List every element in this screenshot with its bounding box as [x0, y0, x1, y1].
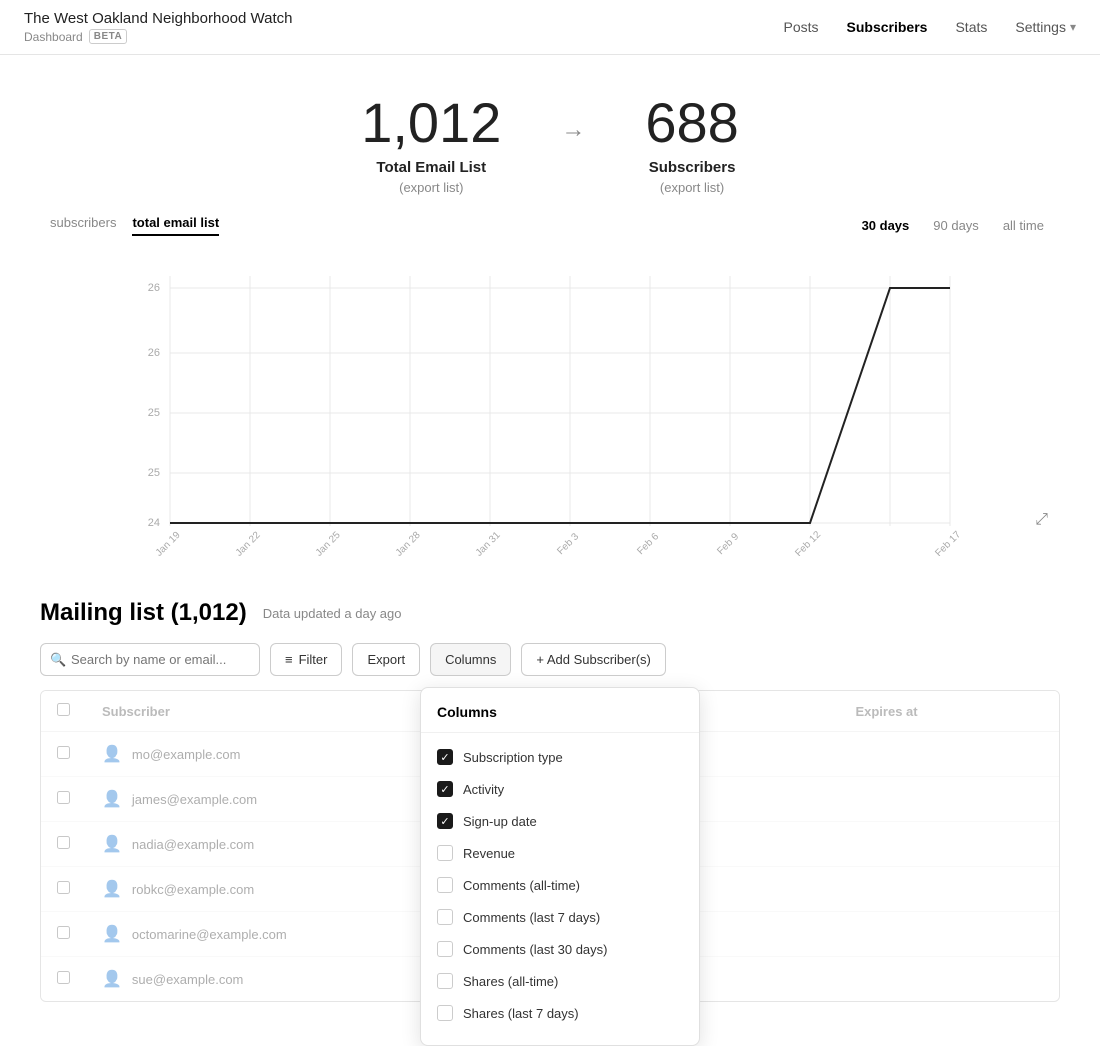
- checkbox-signup-date[interactable]: ✓: [437, 813, 453, 829]
- svg-text:Jan 28: Jan 28: [394, 529, 423, 556]
- col-comments-30days-label: Comments (last 30 days): [463, 942, 608, 957]
- total-email-number: 1,012: [361, 95, 501, 151]
- svg-text:Jan 31: Jan 31: [474, 529, 503, 556]
- col-activity-label: Activity: [463, 782, 504, 797]
- nav-stats[interactable]: Stats: [955, 19, 987, 35]
- dropdown-title: Columns: [421, 704, 699, 733]
- total-email-label: Total Email List: [361, 159, 501, 176]
- checkbox-shares-7days[interactable]: [437, 1005, 453, 1021]
- checkbox-comments-7days[interactable]: [437, 909, 453, 925]
- col-revenue-label: Revenue: [463, 846, 515, 861]
- tab-total-email[interactable]: total email list: [132, 215, 219, 236]
- arrow-divider: →: [501, 116, 645, 144]
- checkbox-comments-30days[interactable]: [437, 941, 453, 957]
- svg-text:Feb 9: Feb 9: [715, 531, 741, 556]
- col-shares-7days-label: Shares (last 7 days): [463, 1006, 579, 1021]
- stats-section: 1,012 Total Email List (export list) → 6…: [0, 55, 1100, 215]
- nav-subscribers[interactable]: Subscribers: [847, 19, 928, 35]
- header: The West Oakland Neighborhood Watch Dash…: [0, 0, 1100, 55]
- chart-container: 26 26 25 25 24 Jan: [40, 246, 1060, 559]
- add-subscriber-button[interactable]: + Add Subscriber(s): [521, 643, 666, 676]
- svg-text:26: 26: [148, 282, 160, 294]
- time-30-btn[interactable]: 30 days: [856, 216, 916, 235]
- toolbar: 🔍 ≡ Filter Export Columns + Add Subscrib…: [40, 643, 1060, 676]
- nav-settings-dropdown[interactable]: Settings ▾: [1015, 19, 1076, 35]
- col-comments-7days-label: Comments (last 7 days): [463, 910, 600, 925]
- subscribers-number: 688: [645, 95, 738, 151]
- total-email-stat: 1,012 Total Email List (export list): [361, 95, 501, 195]
- nav-settings: Settings: [1015, 19, 1066, 35]
- line-chart: 26 26 25 25 24 Jan: [40, 246, 1060, 556]
- svg-text:Jan 25: Jan 25: [314, 529, 343, 556]
- col-comments-alltime-label: Comments (all-time): [463, 878, 580, 893]
- col-comments-30-days[interactable]: Comments (last 30 days): [421, 933, 699, 965]
- beta-badge: BETA: [89, 29, 127, 44]
- checkbox-activity[interactable]: ✓: [437, 781, 453, 797]
- site-title: The West Oakland Neighborhood Watch: [24, 10, 292, 27]
- checkbox-revenue[interactable]: [437, 845, 453, 861]
- brand: The West Oakland Neighborhood Watch Dash…: [24, 10, 292, 44]
- export-button[interactable]: Export: [352, 643, 420, 676]
- mailing-section: Mailing list (1,012) Data updated a day …: [0, 579, 1100, 1002]
- chart-section: subscribers total email list 30 days 90 …: [0, 215, 1100, 579]
- col-signup-date-label: Sign-up date: [463, 814, 537, 829]
- nav-posts[interactable]: Posts: [784, 19, 819, 35]
- columns-dropdown: Columns ✓ Subscription type ✓ Activity ✓…: [420, 687, 700, 1046]
- col-signup-date[interactable]: ✓ Sign-up date: [421, 805, 699, 837]
- total-email-export[interactable]: (export list): [361, 180, 501, 195]
- svg-text:Jan 22: Jan 22: [234, 529, 263, 556]
- col-revenue[interactable]: Revenue: [421, 837, 699, 869]
- time-all-btn[interactable]: all time: [997, 216, 1050, 235]
- col-shares-alltime-label: Shares (all-time): [463, 974, 558, 989]
- data-updated: Data updated a day ago: [263, 606, 402, 621]
- col-shares-7-days[interactable]: Shares (last 7 days): [421, 997, 699, 1029]
- svg-text:Feb 6: Feb 6: [635, 531, 661, 556]
- expand-chart-icon[interactable]: ⤢: [1035, 511, 1048, 529]
- subscribers-label: Subscribers: [645, 159, 738, 176]
- filter-button[interactable]: ≡ Filter: [270, 643, 342, 676]
- time-90-btn[interactable]: 90 days: [927, 216, 985, 235]
- col-activity[interactable]: ✓ Activity: [421, 773, 699, 805]
- svg-text:Feb 3: Feb 3: [555, 531, 581, 556]
- filter-icon: ≡: [285, 652, 293, 667]
- checkbox-comments-alltime[interactable]: [437, 877, 453, 893]
- mailing-header: Mailing list (1,012) Data updated a day …: [40, 599, 1060, 627]
- svg-text:26: 26: [148, 347, 160, 359]
- columns-button[interactable]: Columns: [430, 643, 511, 676]
- search-icon: 🔍: [50, 652, 66, 668]
- col-shares-all-time[interactable]: Shares (all-time): [421, 965, 699, 997]
- svg-text:25: 25: [148, 467, 160, 479]
- checkbox-shares-alltime[interactable]: [437, 973, 453, 989]
- svg-text:Jan 19: Jan 19: [154, 529, 183, 556]
- subscribers-stat: 688 Subscribers (export list): [645, 95, 738, 195]
- svg-text:Feb 17: Feb 17: [933, 529, 963, 556]
- search-input[interactable]: [40, 643, 260, 676]
- col-subscription-type[interactable]: ✓ Subscription type: [421, 741, 699, 773]
- svg-text:Feb 12: Feb 12: [793, 529, 823, 556]
- mailing-title: Mailing list (1,012): [40, 599, 247, 627]
- svg-text:25: 25: [148, 407, 160, 419]
- chart-tabs: subscribers total email list 30 days 90 …: [40, 215, 1060, 236]
- col-comments-all-time[interactable]: Comments (all-time): [421, 869, 699, 901]
- tab-subscribers[interactable]: subscribers: [50, 215, 116, 236]
- col-subscription-type-label: Subscription type: [463, 750, 563, 765]
- svg-text:24: 24: [148, 517, 160, 529]
- search-wrapper: 🔍: [40, 643, 260, 676]
- main-nav: Posts Subscribers Stats Settings ▾: [784, 19, 1076, 35]
- dashboard-label: Dashboard: [24, 30, 83, 44]
- chevron-down-icon: ▾: [1070, 20, 1076, 34]
- subscribers-export[interactable]: (export list): [645, 180, 738, 195]
- checkbox-subscription-type[interactable]: ✓: [437, 749, 453, 765]
